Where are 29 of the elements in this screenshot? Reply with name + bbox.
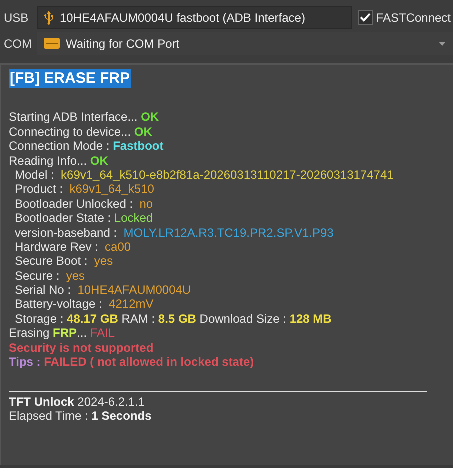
log-line: Security is not supported (9, 340, 154, 355)
device-info-line: Product : k69v1_64_k510 (15, 182, 154, 196)
log-title: [FB] ERASE FRP (9, 69, 131, 88)
device-info-line: Battery-voltage : 4212mV (15, 297, 154, 312)
fastconnect-checkbox[interactable] (358, 10, 374, 25)
device-info-line: version-baseband : MOLY.LR12A.R3.TC19.PR2.SP.V1.P93 (15, 226, 334, 240)
com-label: COM (4, 36, 33, 52)
dropdown-caret-icon (439, 42, 446, 46)
log-line: Connecting to device... OK (9, 124, 152, 139)
usb-label: USB (4, 10, 30, 26)
device-info-line: Bootloader State : Locked (15, 211, 154, 226)
log-line: Elapsed Time : 1 Seconds (9, 409, 152, 424)
log-line: Erasing FRP... FAIL (9, 326, 116, 340)
device-info-line: Serial No : 10HE4AFAUM0004U (15, 283, 192, 298)
log-line: Starting ADB Interface... OK (9, 110, 160, 124)
usb-icon (44, 10, 54, 24)
log-line: Reading Info... OK (9, 154, 108, 168)
device-info-line: Bootloader Unlocked : no (15, 196, 154, 211)
log-line: Connection Mode : Fastboot (9, 139, 164, 154)
device-info-line: Secure Boot : yes (15, 254, 114, 268)
log-line: TFT Unlock 2024-6.2.1.1 (9, 394, 146, 409)
device-info-line: Storage : 48.17 GB RAM : 8.5 GB Download Size : 128 MB (15, 312, 332, 326)
device-info-line: Hardware Rev : ca00 (15, 240, 132, 254)
usb-device-field[interactable]: 10HE4AFAUM0004U fastboot (ADB Interface) (37, 6, 352, 29)
device-info-line: Secure : yes (15, 268, 86, 283)
device-info-line: Model : k69v1_64_k510-e8b2f81a-20260313110217-20260313174741 (15, 168, 394, 182)
fastconnect-label: FASTConnect (376, 10, 451, 26)
serial-port-icon (44, 38, 60, 49)
log-line: Tips : FAILED ( not allowed in locked state) (9, 355, 254, 370)
